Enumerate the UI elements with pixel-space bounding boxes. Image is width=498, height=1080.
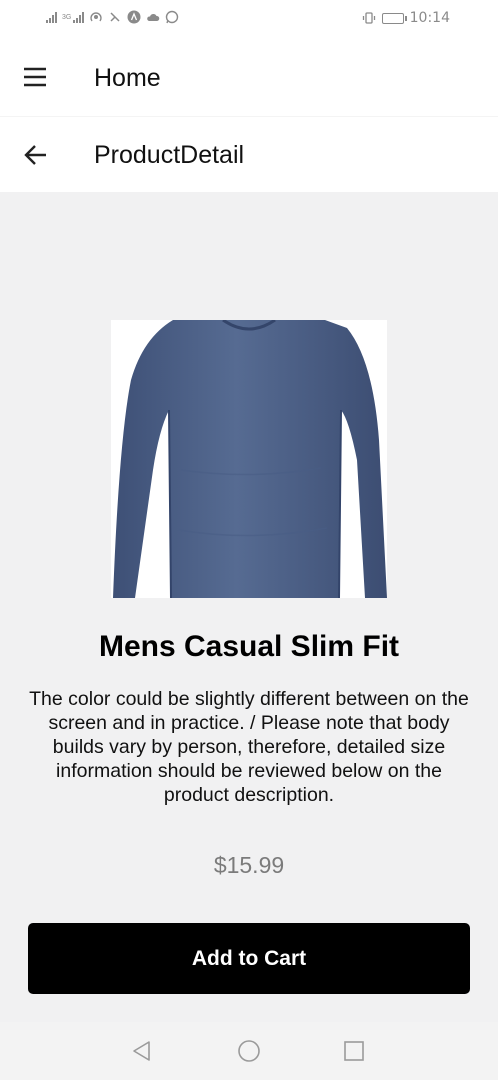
system-nav-bar bbox=[0, 1022, 498, 1080]
status-time: 10:14 bbox=[409, 10, 450, 26]
signal-3g-icon bbox=[73, 11, 85, 23]
menu-icon[interactable] bbox=[22, 64, 48, 90]
product-detail-content: Mens Casual Slim Fit The color could be … bbox=[0, 192, 498, 1022]
status-right-icons: 10:14 bbox=[362, 10, 450, 26]
nav-recents-icon[interactable] bbox=[342, 1039, 366, 1063]
status-left-icons: 3G bbox=[46, 10, 179, 24]
product-image bbox=[111, 320, 387, 598]
signal-icon bbox=[46, 11, 57, 23]
product-price: $15.99 bbox=[213, 852, 285, 878]
nav-back-icon[interactable] bbox=[130, 1039, 154, 1063]
product-description: The color could be slightly different be… bbox=[29, 688, 469, 806]
app-bar-title: Home bbox=[94, 64, 161, 92]
a-icon bbox=[127, 10, 141, 24]
back-arrow-icon[interactable] bbox=[22, 141, 50, 169]
vibrate-icon bbox=[362, 12, 375, 24]
status-bar: 3G 10:14 bbox=[0, 0, 498, 38]
battery-icon bbox=[381, 12, 407, 24]
long-sleeve-tshirt-image bbox=[113, 320, 387, 598]
nav-home-icon[interactable] bbox=[237, 1039, 261, 1063]
product-title: Mens Casual Slim Fit bbox=[98, 630, 400, 663]
network-label: 3G bbox=[62, 13, 72, 21]
add-to-cart-button[interactable]: Add to Cart bbox=[28, 923, 470, 994]
app-bar: Home bbox=[0, 38, 498, 116]
hotspot-icon bbox=[90, 12, 103, 22]
product-detail-header: ProductDetail bbox=[0, 116, 498, 192]
page-title: ProductDetail bbox=[94, 141, 245, 169]
whatsapp-icon bbox=[166, 10, 179, 24]
nfc-icon bbox=[110, 12, 120, 22]
cloud-icon bbox=[147, 14, 160, 21]
